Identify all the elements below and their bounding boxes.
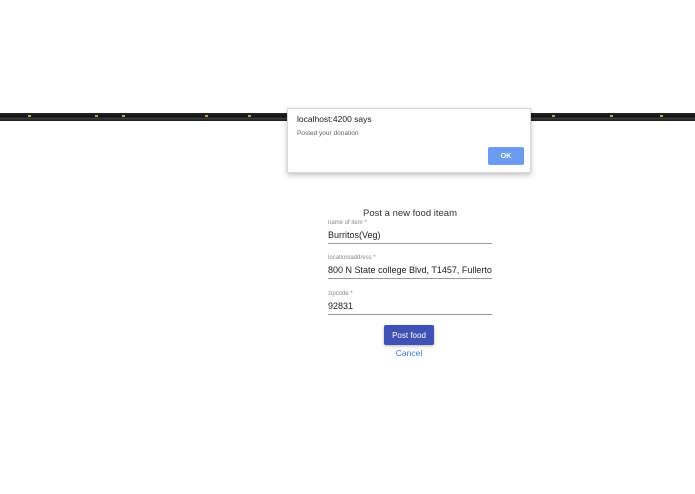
alert-dialog: localhost:4200 says Posted your donation… bbox=[287, 108, 531, 173]
header-speck bbox=[552, 115, 555, 117]
header-speck bbox=[122, 115, 125, 117]
zipcode-input[interactable]: 92831 bbox=[328, 298, 492, 315]
alert-message: Posted your donation bbox=[297, 130, 359, 137]
address-field: location/address * 800 N State college B… bbox=[328, 254, 492, 279]
cancel-link[interactable]: Cancel bbox=[384, 348, 434, 358]
form-title: Post a new food iteam bbox=[363, 208, 457, 219]
header-speck bbox=[248, 115, 251, 117]
zipcode-field: zipcode * 92831 bbox=[328, 290, 492, 315]
item-name-input[interactable]: Burritos(Veg) bbox=[328, 227, 492, 244]
address-input[interactable]: 800 N State college Blvd, T1457, Fullert… bbox=[328, 262, 492, 279]
page: localhost:4200 says Posted your donation… bbox=[0, 0, 695, 494]
header-speck bbox=[610, 115, 613, 117]
header-speck bbox=[95, 115, 98, 117]
header-speck bbox=[660, 115, 663, 117]
address-label: location/address * bbox=[328, 255, 376, 261]
post-food-button[interactable]: Post food bbox=[384, 325, 434, 345]
header-speck bbox=[205, 115, 208, 117]
alert-title: localhost:4200 says bbox=[297, 114, 372, 124]
item-name-label: name of item * bbox=[328, 220, 367, 226]
item-name-field: name of item * Burritos(Veg) bbox=[328, 219, 492, 244]
zipcode-label: zipcode * bbox=[328, 291, 353, 297]
alert-ok-button[interactable]: OK bbox=[488, 147, 524, 165]
header-speck bbox=[28, 115, 31, 117]
